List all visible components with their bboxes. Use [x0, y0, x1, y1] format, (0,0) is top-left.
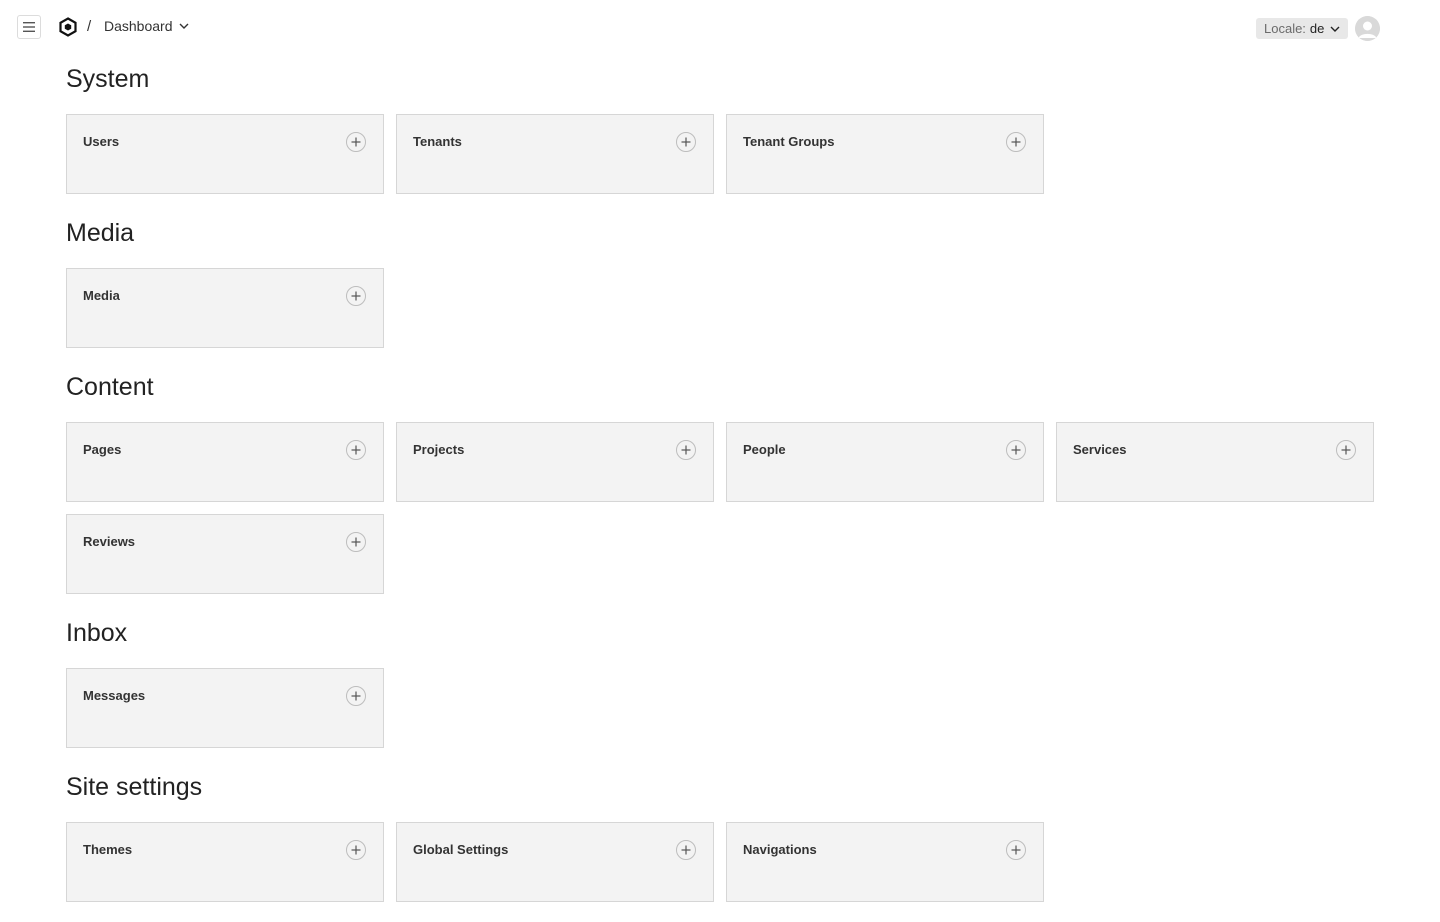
collection-card-services[interactable]: Services [1056, 422, 1374, 502]
plus-icon [351, 445, 361, 455]
section-site-settings: Site settings Themes Global Settings Naviga… [66, 768, 1376, 902]
add-button[interactable] [676, 440, 696, 460]
user-avatar[interactable] [1355, 16, 1380, 41]
card-label: Messages [83, 688, 146, 703]
card-grid: Pages Projects People Services Reviews [66, 422, 1376, 594]
add-button[interactable] [346, 686, 366, 706]
section-system: System Users Tenants Tenant Groups [66, 60, 1376, 194]
collection-card-users[interactable]: Users [66, 114, 384, 194]
collection-card-messages[interactable]: Messages [66, 668, 384, 748]
plus-icon [681, 137, 691, 147]
locale-value: de [1309, 21, 1325, 36]
plus-icon [681, 845, 691, 855]
card-grid: Messages [66, 668, 1376, 748]
plus-icon [351, 845, 361, 855]
card-label: Themes [83, 842, 133, 857]
add-button[interactable] [676, 840, 696, 860]
user-avatar-icon [1355, 16, 1380, 41]
card-label: Tenants [413, 134, 462, 149]
card-label: Media [83, 288, 120, 303]
add-button[interactable] [346, 840, 366, 860]
plus-icon [1341, 445, 1351, 455]
breadcrumb-label: Dashboard [104, 18, 173, 34]
add-button[interactable] [346, 286, 366, 306]
plus-icon [1011, 137, 1021, 147]
card-label: Pages [83, 442, 122, 457]
add-button[interactable] [1336, 440, 1356, 460]
collection-card-themes[interactable]: Themes [66, 822, 384, 902]
add-button[interactable] [346, 132, 366, 152]
collection-card-tenant-groups[interactable]: Tenant Groups [726, 114, 1044, 194]
add-button[interactable] [346, 532, 366, 552]
plus-icon [1011, 845, 1021, 855]
breadcrumb-dashboard-dropdown[interactable]: Dashboard [104, 18, 189, 34]
collection-card-reviews[interactable]: Reviews [66, 514, 384, 594]
locale-label: Locale: [1264, 21, 1306, 36]
card-label: Projects [413, 442, 465, 457]
plus-icon [681, 445, 691, 455]
card-label: Global Settings [413, 842, 509, 857]
add-button[interactable] [346, 440, 366, 460]
collection-card-projects[interactable]: Projects [396, 422, 714, 502]
hamburger-icon [23, 22, 35, 32]
hexagon-logo-icon[interactable] [58, 17, 78, 37]
add-button[interactable] [1006, 132, 1026, 152]
add-button[interactable] [1006, 440, 1026, 460]
collection-card-people[interactable]: People [726, 422, 1044, 502]
plus-icon [351, 291, 361, 301]
collection-card-pages[interactable]: Pages [66, 422, 384, 502]
card-label: Services [1073, 442, 1127, 457]
section-content: Content Pages Projects People Services Review… [66, 368, 1376, 594]
section-title: Inbox [66, 619, 128, 647]
locale-select[interactable]: Locale: de [1256, 18, 1349, 39]
card-label: People [743, 442, 786, 457]
add-button[interactable] [676, 132, 696, 152]
collection-card-tenants[interactable]: Tenants [396, 114, 714, 194]
plus-icon [1011, 445, 1021, 455]
chevron-down-icon [179, 23, 188, 29]
dashboard-main: System Users Tenants Tenant Groups Media Medi… [66, 60, 1376, 922]
card-grid: Media [66, 268, 1376, 348]
app-header: / Dashboard Locale: de [0, 0, 1440, 56]
section-title: System [66, 65, 150, 93]
card-grid: Users Tenants Tenant Groups [66, 114, 1376, 194]
menu-toggle-button[interactable] [17, 15, 41, 39]
collection-card-navigations[interactable]: Navigations [726, 822, 1044, 902]
plus-icon [351, 137, 361, 147]
card-label: Users [83, 134, 120, 149]
breadcrumb-separator: / [87, 18, 92, 35]
card-grid: Themes Global Settings Navigations [66, 822, 1376, 902]
section-title: Content [66, 373, 154, 401]
plus-icon [351, 691, 361, 701]
section-media: Media Media [66, 214, 1376, 348]
collection-card-media[interactable]: Media [66, 268, 384, 348]
section-inbox: Inbox Messages [66, 614, 1376, 748]
card-label: Tenant Groups [743, 134, 835, 149]
collection-card-global-settings[interactable]: Global Settings [396, 822, 714, 902]
section-title: Media [66, 219, 135, 247]
section-title: Site settings [66, 773, 203, 801]
add-button[interactable] [1006, 840, 1026, 860]
chevron-down-icon [1330, 26, 1340, 32]
card-label: Reviews [83, 534, 136, 549]
plus-icon [351, 537, 361, 547]
card-label: Navigations [743, 842, 817, 857]
